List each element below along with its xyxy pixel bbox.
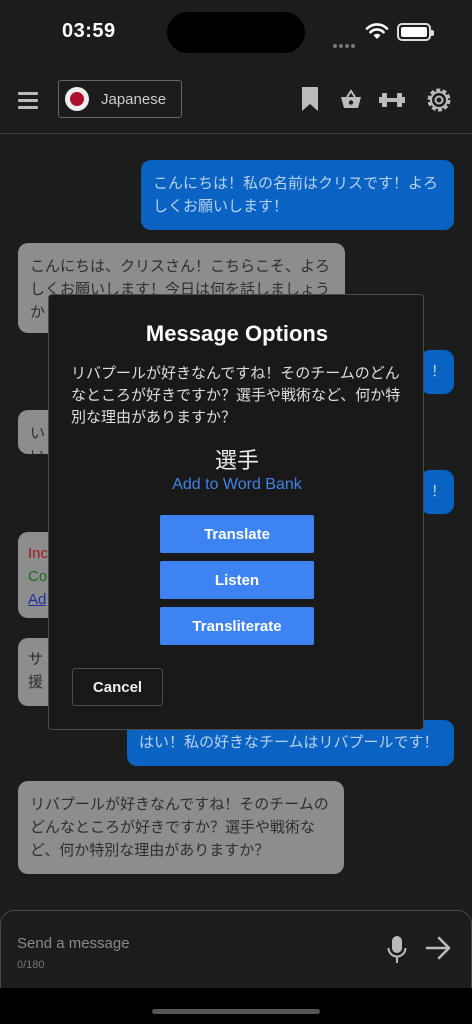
japan-flag-icon — [65, 87, 89, 111]
dynamic-island — [167, 12, 305, 53]
user-message[interactable]: ！ — [420, 350, 454, 394]
user-message[interactable]: ！ — [420, 470, 454, 514]
message-options-dialog: Message Options リバプールが好きなんですね！そのチームのどんなと… — [48, 294, 424, 730]
listen-button[interactable]: Listen — [160, 561, 314, 599]
dumbbell-icon[interactable] — [378, 90, 406, 110]
bottom-safe-area — [0, 988, 472, 1024]
home-indicator[interactable] — [152, 1009, 320, 1014]
feedback-incorrect-line: Inc — [28, 545, 49, 562]
language-label: Japanese — [101, 90, 167, 108]
status-bar: 03:59 — [0, 0, 472, 62]
message-input[interactable]: Send a message — [17, 935, 130, 952]
char-counter: 0/180 — [17, 959, 45, 971]
dialog-message-text[interactable]: リバプールが好きなんですね！そのチームのどんなところが好きですか？選手や戦術など… — [71, 363, 407, 429]
basket-icon[interactable] — [340, 89, 362, 109]
microphone-icon[interactable] — [387, 935, 407, 965]
bot-message[interactable]: リバプールが好きなんですね！そのチームのどんなところが好きですか？選手や戦術など… — [18, 781, 344, 874]
translate-button[interactable]: Translate — [160, 515, 314, 553]
battery-icon — [397, 23, 434, 41]
transliterate-button[interactable]: Transliterate — [160, 607, 314, 645]
cancel-button[interactable]: Cancel — [72, 668, 163, 706]
language-selector[interactable]: Japanese — [58, 80, 182, 118]
settings-gear-icon[interactable] — [424, 85, 454, 115]
add-to-word-bank-link[interactable]: Add to Word Bank — [49, 476, 425, 494]
signal-icon — [333, 35, 359, 48]
feedback-add-link[interactable]: Ad — [28, 588, 48, 611]
status-time: 03:59 — [62, 20, 116, 42]
dialog-title: Message Options — [145, 321, 329, 346]
top-nav: Japanese — [0, 72, 472, 134]
message-input-area: Send a message 0/180 — [0, 910, 472, 990]
wifi-icon — [365, 23, 389, 39]
user-message[interactable]: こんにちは！私の名前はクリスです！よろしくお願いします！ — [141, 160, 454, 230]
menu-icon[interactable] — [18, 92, 40, 110]
bookmark-icon[interactable] — [300, 86, 320, 112]
send-arrow-icon[interactable] — [425, 935, 453, 961]
selected-word: 選手 — [214, 448, 259, 473]
feedback-correct-line: Co — [28, 568, 48, 585]
